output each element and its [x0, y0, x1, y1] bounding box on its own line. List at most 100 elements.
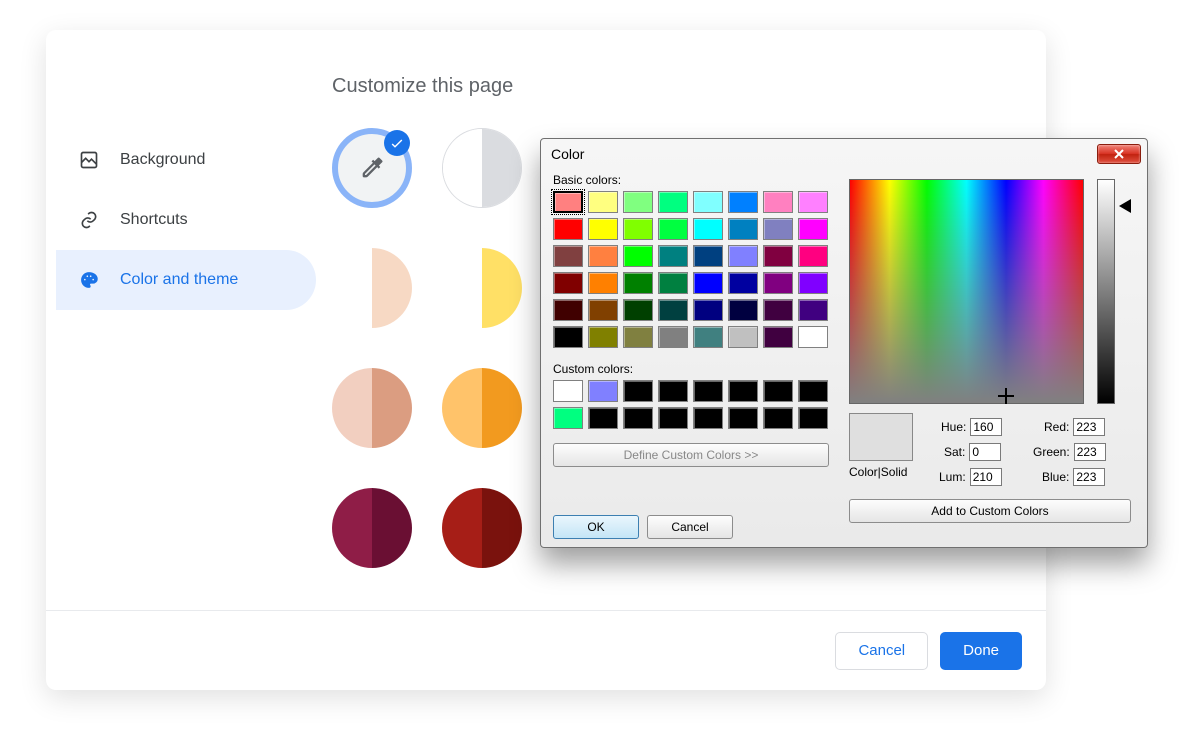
sidebar-item-background[interactable]: Background: [56, 130, 316, 190]
basic-color-cell[interactable]: [728, 218, 758, 240]
basic-color-cell[interactable]: [693, 245, 723, 267]
basic-color-cell[interactable]: [798, 272, 828, 294]
basic-color-cell[interactable]: [623, 272, 653, 294]
basic-color-cell[interactable]: [553, 326, 583, 348]
custom-color-cell[interactable]: [553, 380, 583, 402]
custom-color-cell[interactable]: [658, 380, 688, 402]
spectrum-cursor: [1000, 390, 1012, 402]
color-picker-swatch[interactable]: [332, 128, 412, 208]
basic-color-cell[interactable]: [553, 218, 583, 240]
custom-color-cell[interactable]: [693, 380, 723, 402]
custom-color-cell[interactable]: [798, 380, 828, 402]
basic-color-cell[interactable]: [693, 326, 723, 348]
lum-input[interactable]: [970, 468, 1002, 486]
sidebar-item-label: Background: [120, 151, 205, 169]
red-input[interactable]: [1073, 418, 1105, 436]
basic-color-cell[interactable]: [763, 272, 793, 294]
ok-button[interactable]: OK: [553, 515, 639, 539]
basic-color-cell[interactable]: [623, 326, 653, 348]
custom-color-cell[interactable]: [588, 407, 618, 429]
basic-color-cell[interactable]: [728, 272, 758, 294]
custom-colors-label: Custom colors:: [553, 362, 837, 376]
custom-color-cell[interactable]: [658, 407, 688, 429]
basic-color-cell[interactable]: [553, 245, 583, 267]
basic-color-cell[interactable]: [798, 245, 828, 267]
basic-color-cell[interactable]: [728, 245, 758, 267]
define-custom-colors-button[interactable]: Define Custom Colors >>: [553, 443, 829, 467]
basic-color-cell[interactable]: [553, 191, 583, 213]
basic-color-cell[interactable]: [588, 326, 618, 348]
custom-color-cell[interactable]: [763, 407, 793, 429]
custom-color-cell[interactable]: [728, 380, 758, 402]
basic-color-cell[interactable]: [763, 326, 793, 348]
basic-color-cell[interactable]: [798, 191, 828, 213]
basic-color-cell[interactable]: [763, 245, 793, 267]
basic-color-cell[interactable]: [763, 191, 793, 213]
blue-input[interactable]: [1073, 468, 1105, 486]
customize-sidebar: Background Shortcuts Color and theme: [56, 130, 316, 310]
basic-color-cell[interactable]: [553, 272, 583, 294]
basic-color-cell[interactable]: [553, 299, 583, 321]
theme-swatch[interactable]: [442, 488, 522, 568]
basic-color-cell[interactable]: [623, 191, 653, 213]
color-spectrum[interactable]: [849, 179, 1084, 404]
luminance-strip[interactable]: [1097, 179, 1115, 404]
theme-swatch[interactable]: [442, 248, 522, 328]
basic-color-cell[interactable]: [798, 218, 828, 240]
basic-color-cell[interactable]: [658, 272, 688, 294]
theme-swatch[interactable]: [442, 128, 522, 208]
basic-color-cell[interactable]: [623, 245, 653, 267]
basic-color-cell[interactable]: [658, 299, 688, 321]
custom-color-cell[interactable]: [588, 380, 618, 402]
hue-input[interactable]: [970, 418, 1002, 436]
done-button[interactable]: Done: [940, 632, 1022, 670]
basic-color-cell[interactable]: [623, 218, 653, 240]
sidebar-item-color-theme[interactable]: Color and theme: [56, 250, 316, 310]
basic-color-cell[interactable]: [763, 299, 793, 321]
basic-color-cell[interactable]: [588, 218, 618, 240]
cancel-button[interactable]: Cancel: [835, 632, 928, 670]
basic-color-cell[interactable]: [623, 299, 653, 321]
color-titlebar[interactable]: Color: [541, 139, 1147, 169]
color-preview: [849, 413, 913, 461]
theme-swatch[interactable]: [332, 368, 412, 448]
basic-color-cell[interactable]: [658, 191, 688, 213]
custom-color-cell[interactable]: [728, 407, 758, 429]
basic-color-cell[interactable]: [588, 299, 618, 321]
custom-color-cell[interactable]: [623, 380, 653, 402]
basic-color-cell[interactable]: [728, 326, 758, 348]
basic-color-cell[interactable]: [588, 191, 618, 213]
basic-color-cell[interactable]: [693, 299, 723, 321]
background-icon: [78, 149, 100, 171]
custom-color-cell[interactable]: [553, 407, 583, 429]
sat-input[interactable]: [969, 443, 1001, 461]
basic-color-cell[interactable]: [728, 299, 758, 321]
luminance-arrow-icon[interactable]: [1119, 199, 1131, 213]
custom-color-cell[interactable]: [693, 407, 723, 429]
basic-color-cell[interactable]: [588, 272, 618, 294]
color-cancel-button[interactable]: Cancel: [647, 515, 733, 539]
add-to-custom-button[interactable]: Add to Custom Colors: [849, 499, 1131, 523]
basic-color-cell[interactable]: [693, 218, 723, 240]
basic-color-cell[interactable]: [693, 272, 723, 294]
palette-icon: [78, 269, 100, 291]
custom-color-cell[interactable]: [798, 407, 828, 429]
basic-color-cell[interactable]: [588, 245, 618, 267]
basic-color-cell[interactable]: [693, 191, 723, 213]
green-input[interactable]: [1074, 443, 1106, 461]
basic-color-cell[interactable]: [763, 218, 793, 240]
basic-color-cell[interactable]: [658, 218, 688, 240]
theme-swatch[interactable]: [442, 368, 522, 448]
custom-color-cell[interactable]: [623, 407, 653, 429]
theme-swatch[interactable]: [332, 248, 412, 328]
close-button[interactable]: [1097, 144, 1141, 164]
custom-color-cell[interactable]: [763, 380, 793, 402]
sat-label: Sat:: [944, 445, 965, 459]
basic-color-cell[interactable]: [658, 245, 688, 267]
basic-color-cell[interactable]: [728, 191, 758, 213]
basic-color-cell[interactable]: [798, 299, 828, 321]
basic-color-cell[interactable]: [658, 326, 688, 348]
sidebar-item-shortcuts[interactable]: Shortcuts: [56, 190, 316, 250]
basic-color-cell[interactable]: [798, 326, 828, 348]
theme-swatch[interactable]: [332, 488, 412, 568]
